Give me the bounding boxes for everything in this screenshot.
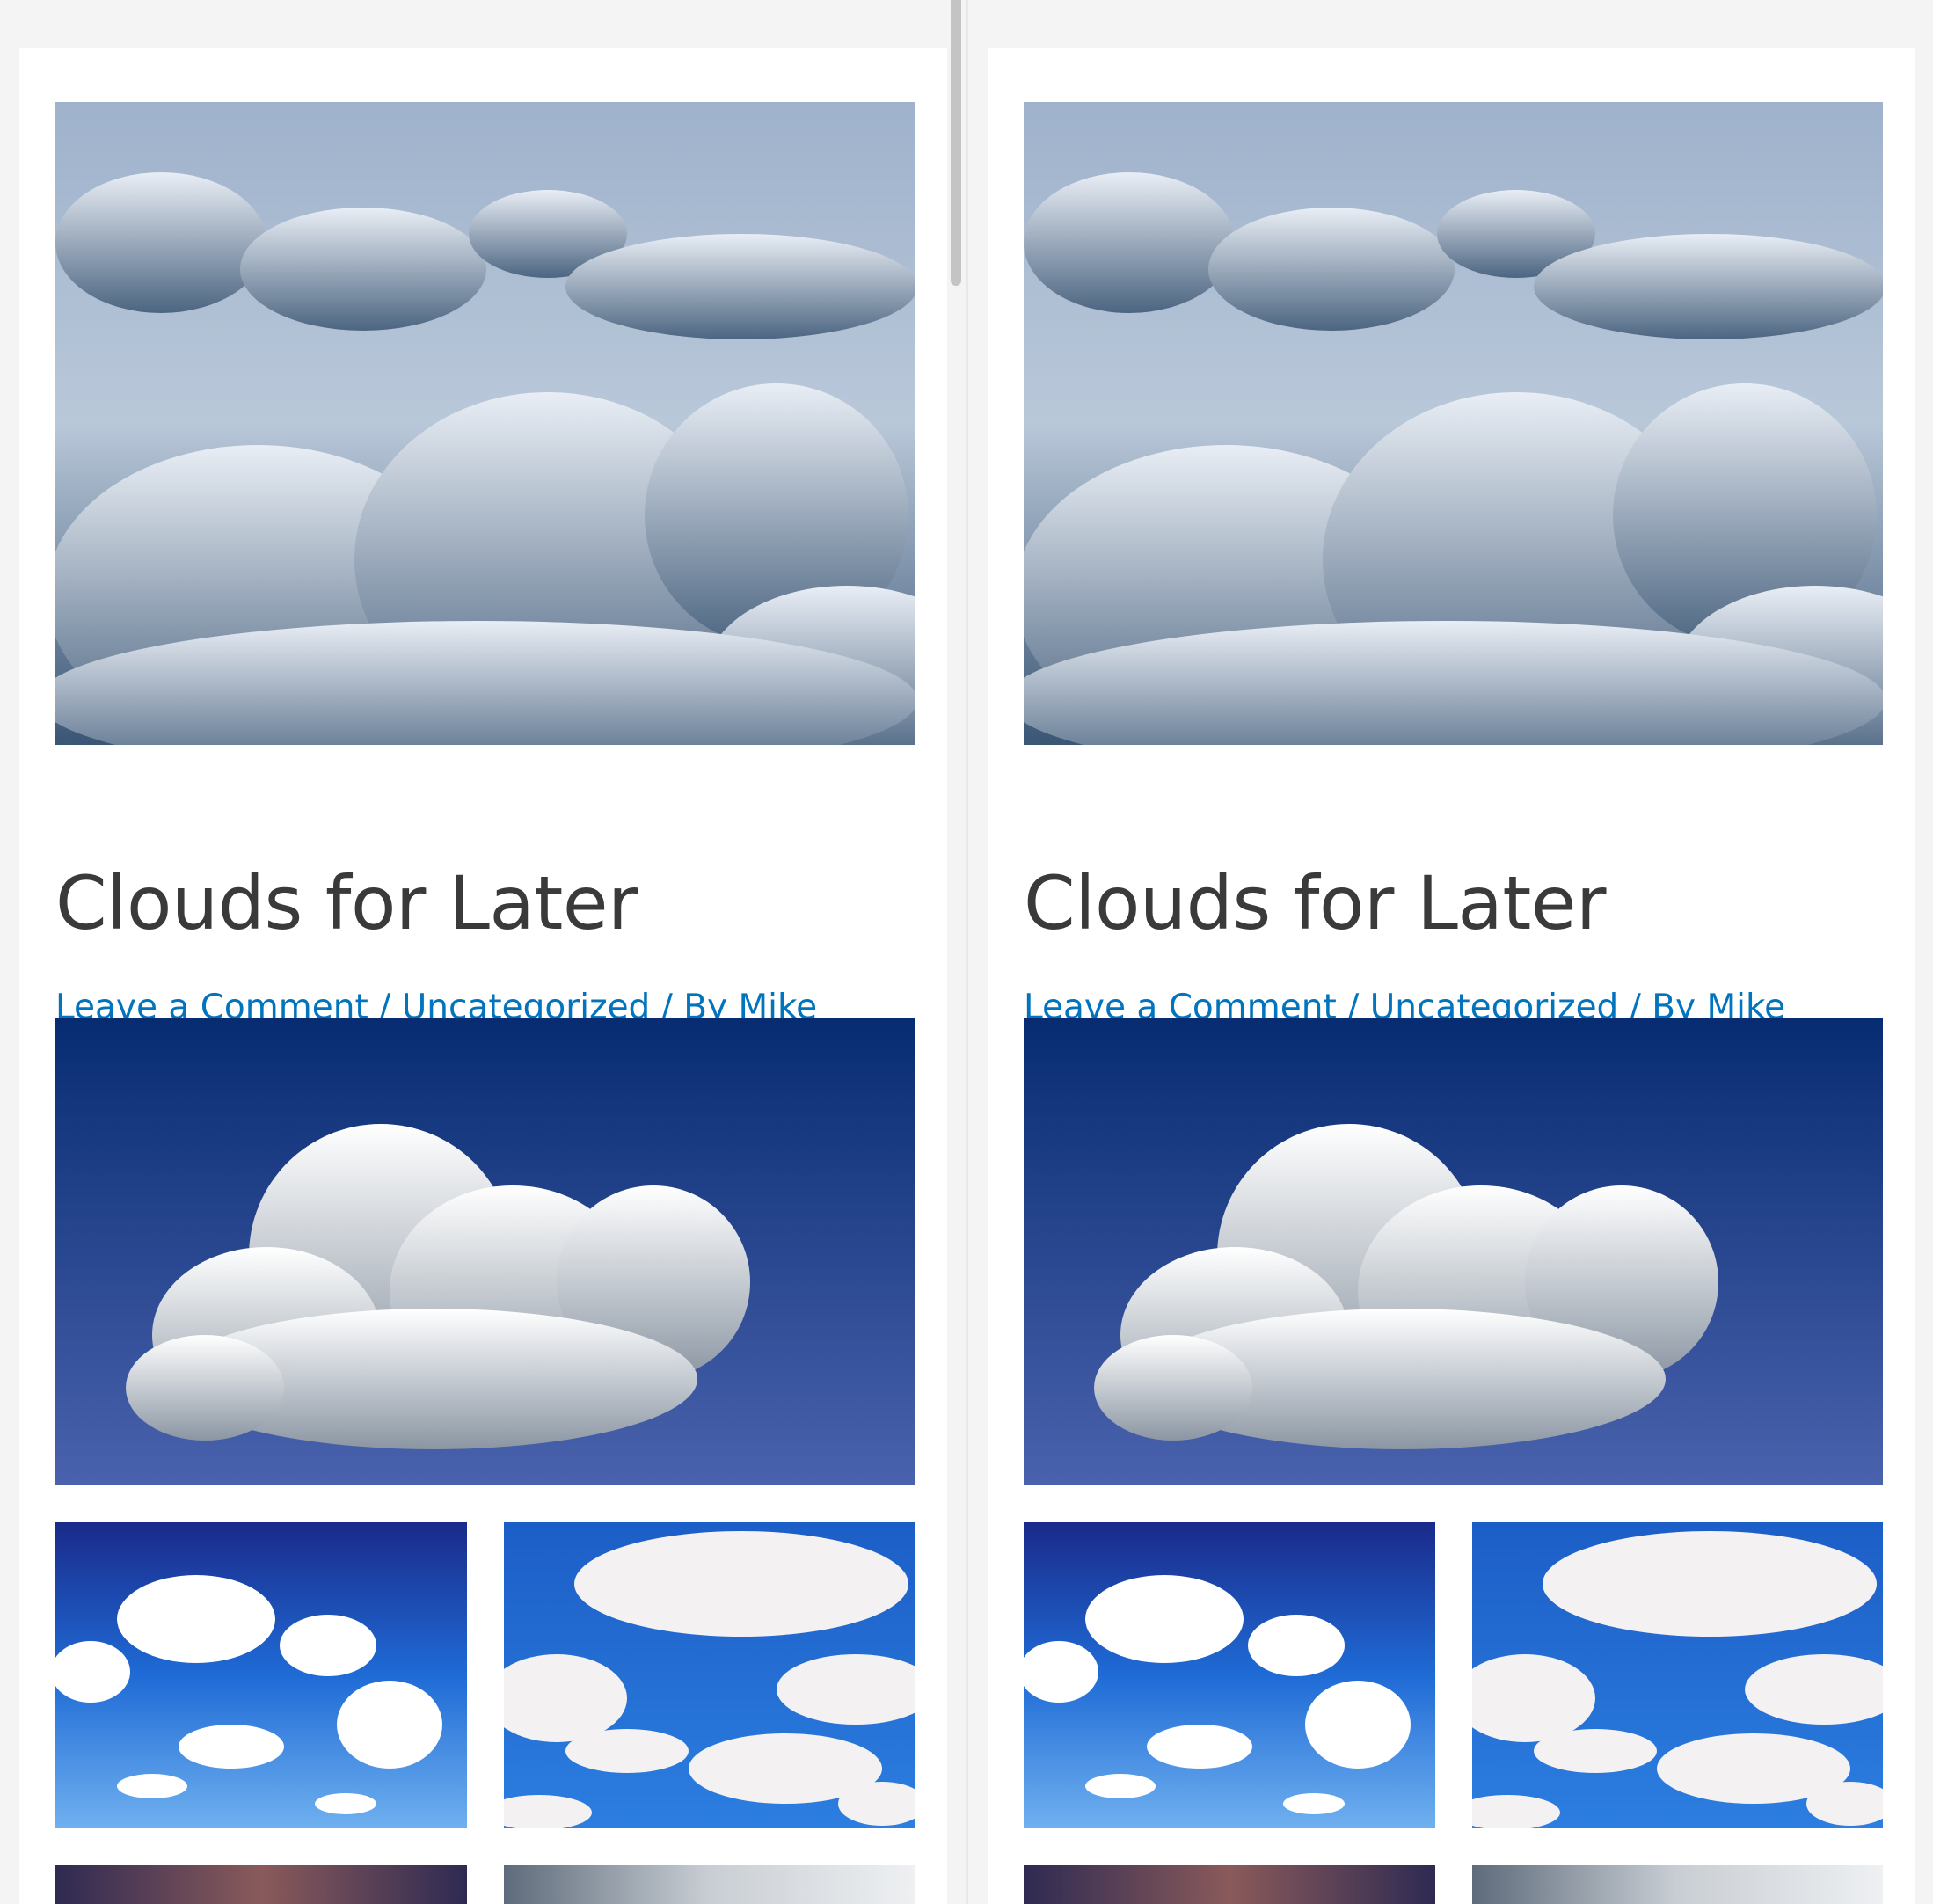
post-title[interactable]: Clouds for Later (1024, 866, 1607, 940)
article-card: Clouds for Later Leave a Comment / Uncat… (988, 48, 1915, 1904)
cloud-thumbnail[interactable] (55, 1522, 467, 1828)
scrollbar-thumb[interactable] (951, 0, 961, 286)
article-card: Clouds for Later Leave a Comment / Uncat… (19, 48, 947, 1904)
post-panel-left: Clouds for Later Leave a Comment / Uncat… (0, 0, 966, 1904)
featured-image[interactable] (1024, 102, 1883, 745)
cloud-thumbnail[interactable] (55, 1865, 467, 1904)
cloud-thumbnail[interactable] (1024, 1865, 1435, 1904)
cloud-image-large[interactable] (1024, 1018, 1883, 1485)
cloud-image-large[interactable] (55, 1018, 915, 1485)
cloud-thumbnail[interactable] (504, 1522, 915, 1828)
post-panel-right: Clouds for Later Leave a Comment / Uncat… (966, 0, 1933, 1904)
featured-image[interactable] (55, 102, 915, 745)
cloud-thumbnail[interactable] (1472, 1522, 1883, 1828)
post-title[interactable]: Clouds for Later (55, 866, 638, 940)
cloud-thumbnail[interactable] (1472, 1865, 1883, 1904)
cloud-thumbnail[interactable] (1024, 1522, 1435, 1828)
cloud-thumbnail[interactable] (504, 1865, 915, 1904)
